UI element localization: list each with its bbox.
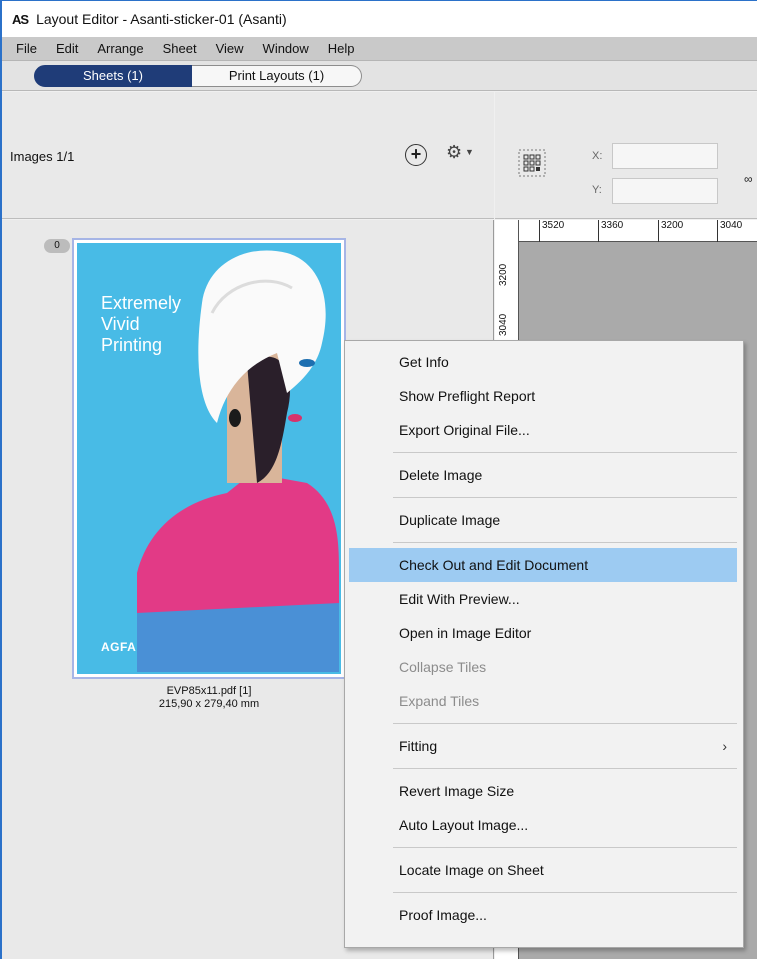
ruler-top-tick: 3360 [598, 220, 623, 242]
menu-item-expand-tiles: Expand Tiles [399, 693, 480, 709]
app-logo-icon: AS [12, 11, 29, 27]
menu-bar: File Edit Arrange Sheet View Window Help [2, 37, 757, 61]
thumbnail-artwork: Extremely Vivid Printing AGFA [77, 243, 341, 674]
menu-item-delete-image[interactable]: Delete Image [345, 458, 743, 492]
menu-view[interactable]: View [208, 41, 255, 56]
menu-separator [393, 542, 737, 543]
tab-bar: Sheets (1) Print Layouts (1) [2, 61, 757, 91]
menu-item-proof-image[interactable]: Proof Image... [345, 898, 743, 932]
tab-print-layouts[interactable]: Print Layouts (1) [192, 65, 362, 87]
tab-sheets[interactable]: Sheets (1) [34, 65, 192, 87]
menu-item-get-info[interactable]: Get Info [345, 345, 743, 379]
menu-item-show-preflight-report[interactable]: Show Preflight Report [345, 379, 743, 413]
menu-separator [393, 452, 737, 453]
menu-item-revert-image-size[interactable]: Revert Image Size [345, 774, 743, 808]
ruler-left-tick: 3040 [498, 313, 509, 336]
link-icon[interactable]: ∞ [744, 172, 753, 186]
ruler-top-tick: 3200 [658, 220, 683, 242]
ruler-top-tick: 3040 [717, 220, 742, 242]
menu-window[interactable]: Window [255, 41, 320, 56]
anchor-grid-icon[interactable] [517, 148, 547, 178]
chevron-right-icon: › [722, 738, 727, 754]
menu-item-edit-with-preview[interactable]: Edit With Preview... [345, 582, 743, 616]
menu-separator [393, 723, 737, 724]
menu-file[interactable]: File [8, 41, 48, 56]
menu-item-open-in-image-editor[interactable]: Open in Image Editor [345, 616, 743, 650]
image-context-menu: Get Info Show Preflight Report Export Or… [344, 340, 744, 948]
plus-icon: + [410, 144, 422, 164]
ruler-top-tick: 3520 [539, 220, 564, 242]
position-panel: X: Y: ∞ [495, 92, 757, 219]
images-panel-header: Images 1/1 + ⚙ ▼ [2, 92, 494, 219]
menu-item-fitting[interactable]: Fitting › [345, 729, 743, 763]
menu-separator [393, 768, 737, 769]
ruler-top: 3520 3360 3200 3040 [519, 220, 757, 242]
menu-separator [393, 892, 737, 893]
y-field-label: Y: [592, 184, 602, 196]
x-field[interactable] [612, 143, 718, 169]
image-index-badge: 0 [44, 239, 70, 253]
menu-item-export-original-file[interactable]: Export Original File... [345, 413, 743, 447]
ruler-left-tick: 3200 [498, 263, 509, 286]
agfa-logo: AGFA [101, 640, 137, 654]
image-caption: EVP85x11.pdf [1] 215,90 x 279,40 mm [72, 685, 346, 711]
menu-help[interactable]: Help [320, 41, 366, 56]
layout-editor-window: AS Layout Editor - Asanti-sticker-01 (As… [0, 0, 757, 959]
menu-item-locate-image-on-sheet[interactable]: Locate Image on Sheet [345, 853, 743, 887]
images-count-label: Images 1/1 [10, 149, 75, 164]
menu-item-duplicate-image[interactable]: Duplicate Image [345, 503, 743, 537]
menu-item-auto-layout-image[interactable]: Auto Layout Image... [345, 808, 743, 842]
image-file-name: EVP85x11.pdf [1] [166, 685, 252, 697]
y-field[interactable] [612, 178, 718, 204]
thumbnail-headline: Extremely Vivid Printing [101, 293, 182, 355]
menu-item-collapse-tiles: Collapse Tiles [399, 659, 487, 675]
add-image-button[interactable]: + [405, 144, 427, 166]
window-title: Layout Editor - Asanti-sticker-01 (Asant… [36, 11, 287, 27]
image-file-size: 215,90 x 279,40 mm [158, 698, 260, 710]
gear-icon[interactable]: ⚙ [446, 142, 462, 163]
title-bar: AS Layout Editor - Asanti-sticker-01 (As… [2, 1, 757, 37]
menu-item-check-out-and-edit-document[interactable]: Check Out and Edit Document [349, 548, 737, 582]
menu-arrange[interactable]: Arrange [89, 41, 154, 56]
menu-separator [393, 847, 737, 848]
chevron-down-icon[interactable]: ▼ [465, 147, 474, 157]
menu-item-fitting-label: Fitting [399, 738, 438, 754]
menu-edit[interactable]: Edit [48, 41, 89, 56]
menu-sheet[interactable]: Sheet [155, 41, 208, 56]
menu-separator [393, 497, 737, 498]
image-thumbnail[interactable]: Extremely Vivid Printing AGFA [72, 238, 346, 679]
x-field-label: X: [592, 150, 603, 162]
